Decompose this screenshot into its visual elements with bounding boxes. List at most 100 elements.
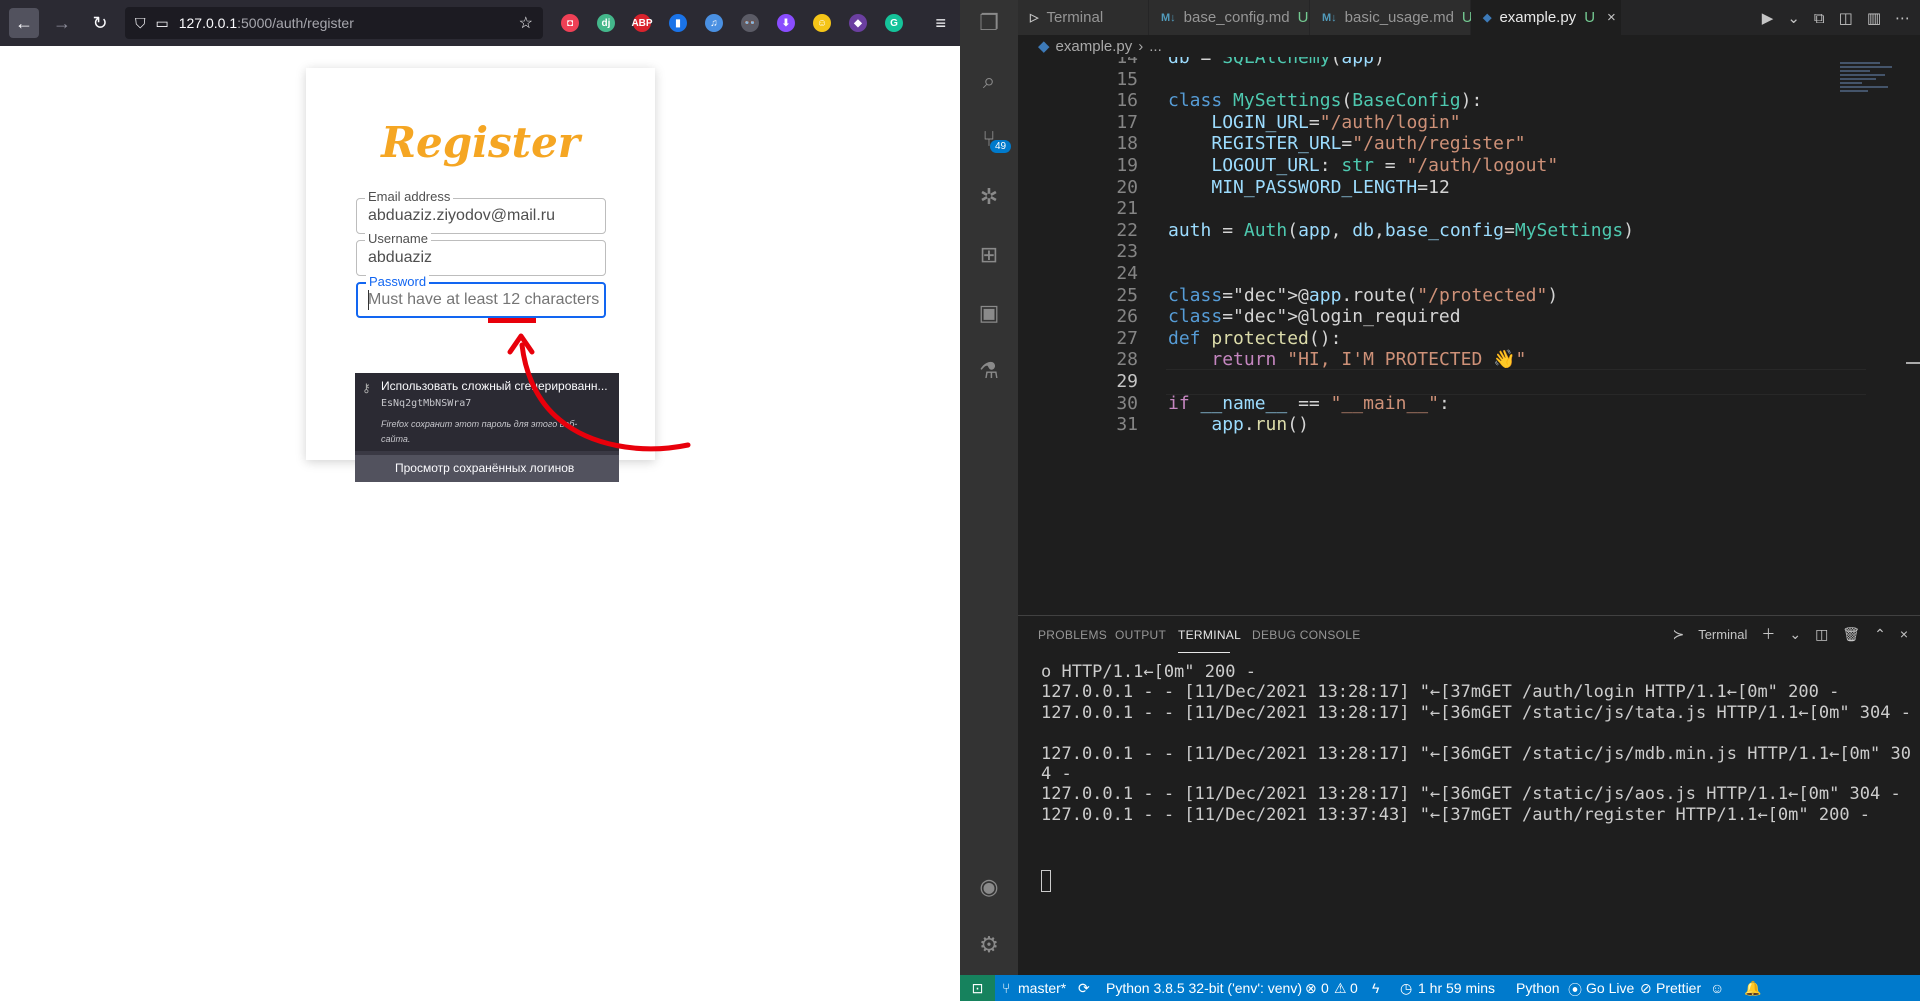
username-field[interactable]: Username abduaziz: [356, 231, 606, 276]
branch-icon: ⑂: [1002, 980, 1011, 996]
run-icon[interactable]: ▶: [1762, 9, 1774, 27]
check-icon: ⊘: [1640, 980, 1652, 996]
email-value: abduaziz.ziyodov@mail.ru: [368, 207, 555, 224]
testing-flask-icon[interactable]: ⚗: [974, 356, 1004, 386]
forward-button[interactable]: →: [47, 8, 77, 38]
tab-basic-usage[interactable]: M↓ basic_usage.md U: [1310, 0, 1473, 35]
terminal-line: 127.0.0.1 - - [11/Dec/2021 13:28:17] "←[…: [1041, 743, 1911, 764]
account-icon[interactable]: ◉: [974, 872, 1004, 902]
tab-example-py[interactable]: ◆ example.py U ×: [1471, 0, 1621, 35]
bookmark-star-icon[interactable]: ☆: [519, 13, 533, 33]
markdown-icon: M↓: [1322, 11, 1337, 24]
go-live-button[interactable]: Go Live: [1586, 980, 1634, 996]
split-editor-icon[interactable]: ▥: [1867, 9, 1881, 27]
terminal-selector[interactable]: Terminal: [1698, 627, 1747, 642]
music-ext-icon[interactable]: ♫: [705, 14, 723, 32]
url-bar[interactable]: ⛉ ▭ 127.0.0.1:5000/auth/register ☆: [125, 7, 543, 39]
line-number: 31: [1116, 414, 1138, 436]
terminal-line: o HTTP/1.1←[0m" 200 -: [1041, 662, 1256, 682]
view-saved-logins-button[interactable]: Просмотр сохранённых логинов: [355, 455, 619, 482]
email-field[interactable]: Email address abduaziz.ziyodov@mail.ru: [356, 189, 606, 234]
preview-icon[interactable]: ◫: [1839, 9, 1853, 27]
page-content: Register Email address abduaziz.ziyodov@…: [0, 46, 960, 1001]
breadcrumb-more[interactable]: ...: [1149, 38, 1162, 55]
remote-icon[interactable]: ⊡: [960, 975, 995, 1001]
shield-icon: ⛉: [135, 14, 146, 31]
git-branch[interactable]: master*: [1018, 980, 1066, 996]
django-icon[interactable]: dj: [597, 14, 615, 32]
tab-label: example.py: [1499, 9, 1577, 26]
tab-debug-console[interactable]: DEBUG CONSOLE: [1252, 628, 1361, 642]
python-interpreter[interactable]: Python 3.8.5 32-bit ('env': venv): [1106, 980, 1302, 996]
warning-count[interactable]: 0: [1350, 980, 1358, 996]
tab-terminal-panel[interactable]: TERMINAL: [1178, 628, 1241, 642]
generated-password: EsNq2gtMbNSWra7: [381, 398, 472, 409]
close-tab-icon[interactable]: ×: [1607, 9, 1616, 26]
sync-icon[interactable]: ⟳: [1078, 980, 1090, 997]
activity-bar: ❐ ⌕ ⑂ 49 ✲ ⊞ ▣ ⚗ ◉ ⚙: [960, 0, 1018, 975]
extensions-icon[interactable]: ⊞: [974, 240, 1004, 270]
explorer-icon[interactable]: ❐: [974, 8, 1004, 38]
settings-gear-icon[interactable]: ⚙: [974, 930, 1004, 960]
tab-base-config[interactable]: M↓ base_config.md U: [1149, 0, 1309, 35]
password-field[interactable]: Password Must have at least 12 character…: [356, 274, 606, 318]
split-terminal-icon[interactable]: ◫: [1815, 626, 1828, 643]
new-terminal-icon[interactable]: ＋: [1761, 624, 1775, 644]
warning-icon: ⚠: [1334, 980, 1347, 996]
vpn-ext-icon[interactable]: ◆: [849, 14, 867, 32]
close-panel-icon[interactable]: ×: [1900, 626, 1908, 642]
terminal-line: 127.0.0.1 - - [11/Dec/2021 13:28:17] "←[…: [1041, 682, 1840, 703]
reload-icon: ↻: [92, 12, 108, 33]
minimap[interactable]: [1840, 62, 1900, 122]
chevron-down-icon[interactable]: ⌄: [1789, 626, 1801, 643]
language-mode[interactable]: Python: [1516, 980, 1560, 996]
bottom-panel: PROBLEMS OUTPUT TERMINAL DEBUG CONSOLE ≻…: [1018, 615, 1920, 975]
hamburger-menu-icon[interactable]: ≡: [935, 13, 946, 34]
code-line[interactable]: 31 app.run(): [1018, 412, 1868, 438]
back-button[interactable]: ←: [9, 8, 39, 38]
code-editor[interactable]: 14 db = SQLAlchemy(app) 15 16 class MySettin…: [1018, 57, 1920, 615]
password-placeholder: Must have at least 12 characters: [368, 291, 600, 308]
breadcrumb-file[interactable]: example.py: [1056, 38, 1133, 55]
reload-button[interactable]: ↻: [85, 8, 115, 38]
tab-output[interactable]: OUTPUT: [1115, 628, 1166, 642]
tab-label: base_config.md: [1183, 9, 1290, 26]
prettier-status[interactable]: Prettier: [1656, 980, 1701, 996]
grammarly-icon[interactable]: G: [885, 14, 903, 32]
tab-label: Terminal: [1046, 9, 1104, 26]
clock-icon: ◷: [1400, 980, 1413, 996]
notifications-bell-icon[interactable]: 🔔: [1744, 980, 1761, 997]
trash-icon[interactable]: 🗑: [1842, 626, 1860, 643]
tab-problems[interactable]: PROBLEMS: [1038, 628, 1107, 642]
email-label: Email address: [365, 189, 454, 204]
session-time[interactable]: 1 hr 59 mins: [1418, 980, 1495, 996]
adblock-icon[interactable]: ABP: [631, 14, 653, 32]
lightning-icon[interactable]: ϟ: [1372, 980, 1379, 996]
incognito-ext-icon[interactable]: 👓: [741, 14, 759, 32]
arrow-right-icon: →: [53, 12, 71, 33]
debug-icon[interactable]: ✲: [974, 182, 1004, 212]
download-ext-icon[interactable]: ⬇: [777, 14, 795, 32]
remote-explorer-icon[interactable]: ▣: [974, 298, 1004, 328]
emoji-ext-icon[interactable]: ☺: [813, 14, 831, 32]
chevron-down-icon[interactable]: ⌄: [1787, 9, 1800, 27]
search-icon[interactable]: ⌕: [974, 66, 1004, 96]
bookmark-ext-icon[interactable]: ▮: [669, 14, 687, 32]
error-count[interactable]: 0: [1321, 980, 1329, 996]
tab-terminal[interactable]: ▷ Terminal: [1018, 0, 1148, 35]
save-note: Firefox сохранит этот пароль для этого в…: [381, 419, 578, 444]
key-icon: ⚷: [362, 381, 371, 395]
open-changes-icon[interactable]: ⧉: [1814, 9, 1825, 27]
more-actions-icon[interactable]: ⋯: [1895, 9, 1910, 27]
untracked-badge: U: [1584, 9, 1596, 26]
vscode-window: ❐ ⌕ ⑂ 49 ✲ ⊞ ▣ ⚗ ◉ ⚙ ▷ Terminal M↓ base_…: [960, 0, 1920, 1001]
chevron-right-icon: ›: [1138, 37, 1144, 55]
pocket-icon[interactable]: ◘: [561, 14, 579, 32]
maximize-panel-icon[interactable]: ⌃: [1874, 626, 1886, 643]
generated-password-option[interactable]: ⚷ Использовать сложный сгенерированн... …: [355, 373, 619, 451]
feedback-icon[interactable]: ☺: [1710, 980, 1724, 996]
scm-badge: 49: [990, 140, 1012, 153]
editor-actions: ▶ ⌄ ⧉ ◫ ▥ ⋯: [1762, 0, 1910, 35]
username-value: abduaziz: [368, 249, 433, 266]
python-icon: ◆: [1483, 12, 1492, 24]
